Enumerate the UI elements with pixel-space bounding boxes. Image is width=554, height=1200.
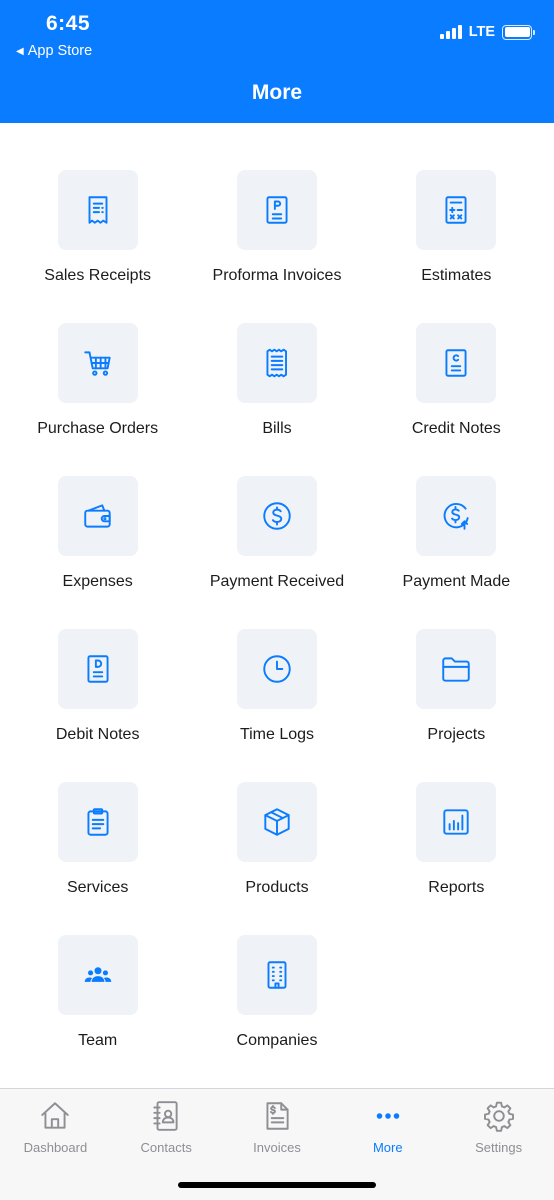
tab-bar: Dashboard Contacts Invoices More Settings <box>0 1088 554 1200</box>
dollar-circle-icon <box>236 476 317 556</box>
menu-item-team[interactable]: Team <box>8 935 187 1088</box>
box-icon <box>236 782 317 862</box>
menu-item-sales-receipts[interactable]: Sales Receipts <box>8 170 187 323</box>
home-icon <box>38 1099 72 1138</box>
back-app-label: App Store <box>27 43 93 59</box>
clock-icon <box>236 629 317 709</box>
menu-item-debit-notes[interactable]: Debit Notes <box>8 629 187 782</box>
calculator-icon <box>416 170 497 250</box>
menu-item-label: Projects <box>427 726 486 743</box>
more-dots-icon <box>371 1099 405 1138</box>
credit-note-icon <box>416 323 497 403</box>
network-type: LTE <box>468 24 495 40</box>
menu-item-products[interactable]: Products <box>187 782 366 935</box>
menu-item-payment-made[interactable]: Payment Made <box>367 476 546 629</box>
menu-item-services[interactable]: Services <box>8 782 187 935</box>
dollar-out-icon <box>416 476 497 556</box>
bill-icon <box>236 323 317 403</box>
menu-item-estimates[interactable]: Estimates <box>367 170 546 323</box>
team-icon <box>57 935 138 1015</box>
receipt-icon <box>57 170 138 250</box>
menu-item-time-logs[interactable]: Time Logs <box>187 629 366 782</box>
menu-item-bills[interactable]: Bills <box>187 323 366 476</box>
gear-icon <box>482 1099 516 1138</box>
home-indicator <box>178 1182 376 1188</box>
tab-invoices[interactable]: Invoices <box>222 1089 333 1167</box>
battery-icon <box>502 24 535 40</box>
invoice-icon <box>260 1099 294 1138</box>
menu-item-reports[interactable]: Reports <box>367 782 546 935</box>
folder-icon <box>416 629 497 709</box>
menu-item-label: Expenses <box>62 573 133 590</box>
menu-item-label: Payment Made <box>402 573 511 590</box>
clipboard-icon <box>57 782 138 862</box>
menu-item-label: Credit Notes <box>411 420 501 437</box>
tab-more[interactable]: More <box>332 1089 443 1167</box>
menu-item-label: Proforma Invoices <box>212 267 342 284</box>
status-indicators: LTE <box>439 24 535 40</box>
building-icon <box>236 935 317 1015</box>
back-to-app-store[interactable]: ◀ App Store <box>16 43 92 59</box>
tab-contacts[interactable]: Contacts <box>111 1089 222 1167</box>
menu-item-label: Estimates <box>421 267 492 284</box>
menu-item-label: Bills <box>262 420 292 437</box>
page-title: More <box>251 81 303 104</box>
status-time: 6:45 <box>46 12 91 35</box>
menu-item-proforma-invoices[interactable]: Proforma Invoices <box>187 170 366 323</box>
menu-item-projects[interactable]: Projects <box>367 629 546 782</box>
bar-chart-icon <box>416 782 497 862</box>
menu-item-purchase-orders[interactable]: Purchase Orders <box>8 323 187 476</box>
app-header: 6:45 ◀ App Store LTE More <box>0 0 554 123</box>
more-menu-grid: Sales Receipts Proforma Invoices Estimates… <box>0 170 554 1088</box>
cart-icon <box>57 323 138 403</box>
menu-item-label: Reports <box>428 879 485 896</box>
menu-item-expenses[interactable]: Expenses <box>8 476 187 629</box>
tab-label: More <box>372 1140 403 1155</box>
tab-label: Settings <box>475 1140 523 1155</box>
menu-item-label: Products <box>245 879 309 896</box>
signal-icon <box>439 25 462 39</box>
tab-label: Invoices <box>253 1140 301 1155</box>
menu-item-label: Debit Notes <box>55 726 140 743</box>
menu-item-label: Time Logs <box>239 726 315 743</box>
contacts-book-icon <box>149 1099 183 1138</box>
menu-item-label: Payment Received <box>209 573 345 590</box>
menu-item-label: Services <box>66 879 129 896</box>
menu-item-companies[interactable]: Companies <box>187 935 366 1088</box>
menu-item-label: Companies <box>236 1032 318 1049</box>
menu-item-label: Sales Receipts <box>44 267 152 284</box>
wallet-icon <box>57 476 138 556</box>
tab-label: Contacts <box>140 1140 192 1155</box>
tab-dashboard[interactable]: Dashboard <box>0 1089 111 1167</box>
menu-item-label: Team <box>78 1032 118 1049</box>
menu-item-label: Purchase Orders <box>37 420 159 437</box>
tab-label: Dashboard <box>23 1140 88 1155</box>
tab-settings[interactable]: Settings <box>443 1089 554 1167</box>
debit-note-icon <box>57 629 138 709</box>
menu-item-payment-received[interactable]: Payment Received <box>187 476 366 629</box>
back-arrow-icon: ◀ <box>16 45 24 57</box>
menu-item-credit-notes[interactable]: Credit Notes <box>367 323 546 476</box>
proforma-doc-icon <box>236 170 317 250</box>
